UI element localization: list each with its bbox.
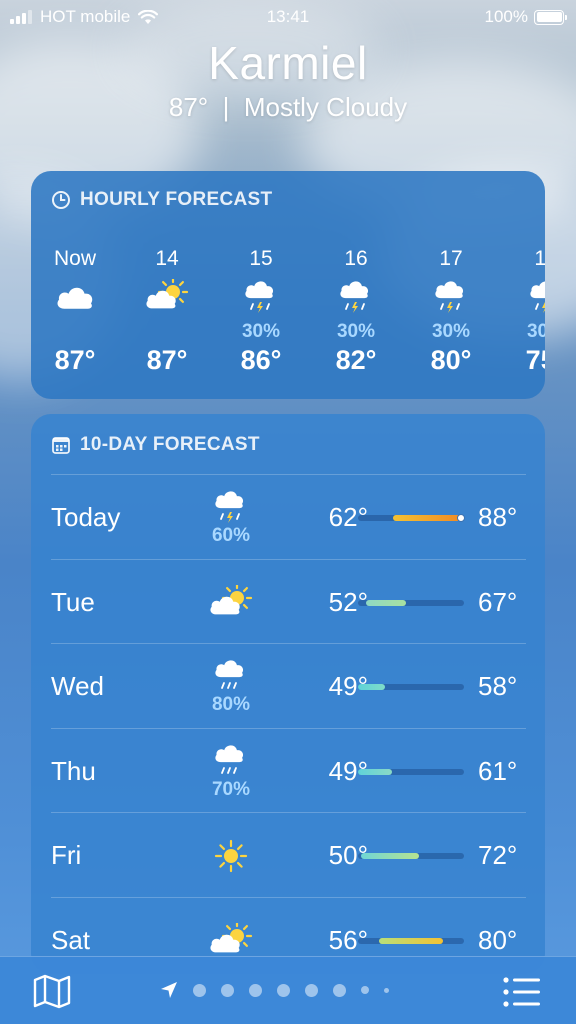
precipitation-chance: 30%	[526, 321, 545, 342]
precipitation-chance: 70%	[211, 778, 251, 800]
calendar-icon	[52, 437, 70, 454]
page-dot[interactable]	[249, 983, 262, 997]
thunderstorm-icon	[340, 281, 369, 313]
hourly-item: 15 30% 86°	[221, 247, 301, 376]
day-row[interactable]: Thu 70% 49° 61°	[51, 727, 526, 813]
precipitation-chance: 30%	[336, 321, 376, 342]
locations-list-button[interactable]	[502, 975, 542, 1014]
page-indicator[interactable]	[160, 981, 389, 999]
map-button[interactable]	[32, 973, 72, 1014]
thunderstorm-icon	[435, 281, 464, 313]
hour-temperature: 75°	[525, 345, 545, 375]
temperature-range-track	[358, 514, 465, 522]
high-temperature: 88°	[478, 502, 518, 532]
map-icon	[33, 974, 71, 1009]
page-dot[interactable]	[384, 987, 389, 993]
temperature-range-bar	[361, 853, 420, 859]
thunderstorm-icon	[530, 281, 545, 313]
cloud-icon	[57, 287, 93, 309]
clock-icon	[52, 191, 70, 209]
page-dot[interactable]	[333, 983, 346, 997]
day-row[interactable]: Tue 52° 67°	[51, 558, 526, 644]
precipitation-chance: 30%	[241, 321, 281, 342]
rain-icon	[215, 744, 244, 774]
hour-temperature: 80°	[430, 345, 472, 375]
high-temperature: 67°	[478, 586, 518, 617]
temperature-range-track	[358, 599, 464, 606]
temperature-range-bar	[392, 515, 462, 521]
hour-label: 18	[534, 247, 545, 270]
page-dot[interactable]	[277, 983, 290, 997]
temperature-range-track	[358, 768, 464, 775]
temperature-range-track	[358, 937, 464, 944]
hour-label: Now	[53, 247, 96, 270]
current-conditions: 87° | Mostly Cloudy	[168, 92, 408, 122]
day-name: Sat	[51, 924, 91, 955]
hourly-item: Now 87°	[35, 247, 115, 376]
high-temperature: 58°	[478, 671, 518, 701]
hourly-item: 14 87°	[127, 247, 207, 376]
city-name: Karmiel	[208, 37, 368, 89]
page-dot[interactable]	[193, 983, 206, 997]
temperature-range-bar	[366, 599, 406, 606]
status-bar: HOT mobile 13:41 100%	[0, 0, 576, 34]
temperature-range-bar	[358, 768, 392, 775]
page-dot[interactable]	[361, 986, 369, 994]
day-name: Tue	[51, 586, 95, 617]
temperature-range-bar	[358, 684, 385, 690]
precipitation-chance: 80%	[211, 694, 251, 715]
hourly-item: 18 30% 75°	[506, 247, 545, 376]
hourly-scroll-list[interactable]: Now 87° 14 87° 15 30% 86° 16 30% 82° 17 …	[31, 247, 545, 387]
hourly-item: 17 30% 80°	[411, 247, 491, 376]
partly-sunny-icon	[210, 922, 253, 952]
thunderstorm-icon	[245, 281, 274, 313]
precipitation-chance	[127, 321, 207, 343]
high-temperature: 80°	[478, 924, 518, 955]
day-row[interactable]: Wed 80% 49° 58°	[51, 643, 526, 728]
hour-label: 16	[344, 247, 368, 270]
precipitation-chance: 30%	[431, 321, 471, 342]
day-name: Fri	[51, 840, 82, 870]
precipitation-chance	[35, 321, 115, 343]
hour-label: 15	[249, 247, 273, 270]
location-arrow-icon[interactable]	[160, 981, 178, 999]
page-dot[interactable]	[221, 983, 234, 997]
ten-day-forecast-title: 10-DAY FORECAST	[51, 434, 260, 456]
high-temperature: 72°	[478, 840, 518, 870]
hour-temperature: 87°	[54, 345, 96, 375]
thunderstorm-icon	[215, 491, 244, 523]
hourly-forecast-card[interactable]: HOURLY FORECAST Now 87° 14 87° 15 30% 86…	[31, 171, 545, 399]
temperature-range-track	[358, 853, 464, 859]
day-name: Wed	[51, 671, 104, 701]
hour-temperature: 86°	[240, 345, 282, 375]
battery-icon	[534, 9, 567, 25]
day-name: Thu	[51, 755, 96, 786]
temperature-range-bar	[379, 937, 443, 944]
ten-day-forecast-card[interactable]: 10-DAY FORECAST Today 60% 62° 88° Tue 52…	[31, 414, 545, 974]
rain-icon	[215, 660, 244, 689]
day-row[interactable]: Today 60% 62° 88°	[51, 474, 526, 559]
hourly-forecast-title: HOURLY FORECAST	[51, 189, 272, 211]
location-header: Karmiel 87° | Mostly Cloudy	[0, 36, 576, 123]
partly-sunny-icon	[146, 279, 189, 309]
current-temp-marker	[456, 514, 465, 522]
battery-percent: 100%	[484, 7, 528, 26]
sun-icon	[214, 839, 248, 873]
ten-day-list[interactable]: Today 60% 62° 88° Tue 52° 67° Wed 80% 49…	[51, 474, 526, 974]
temperature-range-track	[358, 684, 464, 690]
hour-temperature: 87°	[146, 345, 188, 375]
hour-temperature: 82°	[335, 345, 377, 375]
hourly-item: 16 30% 82°	[316, 247, 396, 376]
high-temperature: 61°	[478, 755, 518, 786]
day-name: Today	[51, 502, 121, 532]
day-row[interactable]: Fri 50° 72°	[51, 812, 526, 897]
bottom-toolbar	[0, 956, 576, 1024]
page-dot[interactable]	[305, 983, 318, 997]
precipitation-chance: 60%	[211, 525, 251, 546]
hour-label: 14	[155, 247, 179, 270]
partly-sunny-icon	[210, 584, 253, 614]
hour-label: 17	[439, 247, 463, 270]
list-icon	[503, 977, 540, 1007]
